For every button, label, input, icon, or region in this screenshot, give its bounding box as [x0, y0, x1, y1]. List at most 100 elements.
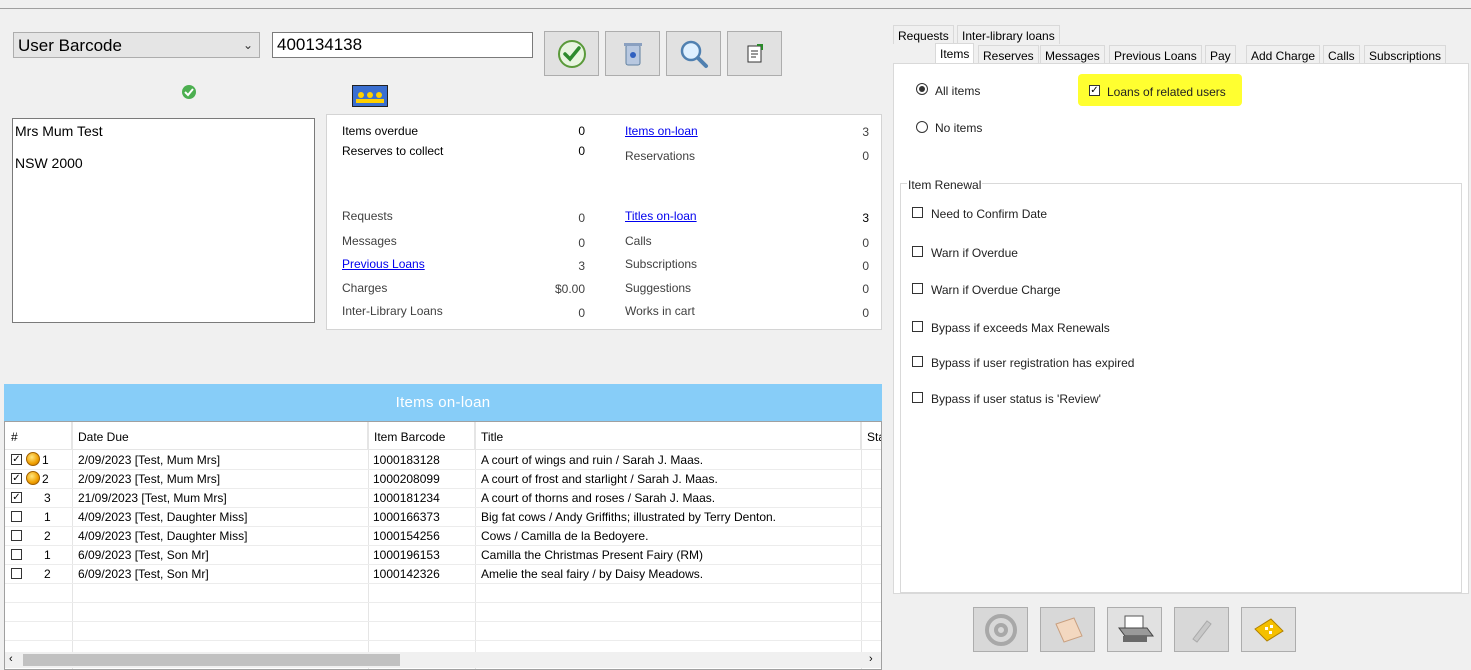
date-due-cell: 21/09/2023 [Test, Mum Mrs] — [78, 491, 227, 505]
printer-icon — [1117, 615, 1154, 642]
warn-overdue-charge-checkbox[interactable] — [912, 283, 923, 294]
magnifier-icon — [680, 40, 708, 68]
confirm-button[interactable] — [544, 31, 599, 76]
item-barcode-cell: 1000208099 — [373, 472, 440, 486]
stat-previous-loans-value: 3 — [578, 259, 585, 273]
col-header-date-due[interactable]: Date Due — [72, 422, 368, 450]
tab-inter-library-loans[interactable]: Inter-library loans — [957, 25, 1060, 44]
horizontal-scrollbar[interactable]: ‹ › — [5, 652, 881, 668]
row-checkbox[interactable] — [11, 549, 22, 560]
row-checkbox[interactable] — [11, 530, 22, 541]
tab-subscriptions[interactable]: Subscriptions — [1364, 45, 1447, 64]
row-checkbox[interactable] — [11, 568, 22, 579]
pencil-icon — [1191, 619, 1212, 643]
tab-calls[interactable]: Calls — [1323, 45, 1360, 64]
stat-ill-value: 0 — [578, 306, 585, 320]
stat-works-in-cart-label: Works in cart — [625, 304, 695, 318]
table-row[interactable]: ✓ 2 2/09/2023 [Test, Mum Mrs] 1000208099 A c… — [5, 469, 881, 489]
row-number-cell: 2 — [42, 472, 49, 486]
radio-no-items[interactable] — [916, 121, 928, 133]
row-checkbox[interactable]: ✓ — [11, 454, 22, 465]
payment-button[interactable] — [1241, 607, 1296, 652]
empty-row — [5, 602, 881, 622]
col-header-title[interactable]: Title — [475, 422, 861, 450]
bypass-expired-checkbox[interactable] — [912, 356, 923, 367]
table-row[interactable]: ✓ 3 21/09/2023 [Test, Mum Mrs] 1000181234 A … — [5, 488, 881, 508]
previous-loans-link[interactable]: Previous Loans — [342, 257, 425, 271]
scroll-left-icon[interactable]: ‹ — [9, 653, 13, 665]
print-button[interactable] — [1107, 607, 1162, 652]
option-label: Bypass if user status is 'Review' — [931, 392, 1101, 406]
search-type-label: User Barcode — [18, 36, 122, 55]
scrollbar-thumb[interactable] — [23, 654, 400, 666]
item-renewal-group — [900, 183, 1462, 593]
row-checkbox[interactable]: ✓ — [11, 473, 22, 484]
stat-calls-label: Calls — [625, 234, 652, 248]
bypass-review-checkbox[interactable] — [912, 392, 923, 403]
family-users-icon[interactable] — [352, 85, 388, 107]
warn-overdue-checkbox[interactable] — [912, 246, 923, 257]
row-number-cell: 2 — [44, 529, 51, 543]
stat-suggestions-label: Suggestions — [625, 281, 692, 295]
search-button[interactable] — [666, 31, 721, 76]
col-header-item-barcode[interactable]: Item Barcode — [368, 422, 475, 450]
table-row[interactable]: 2 4/09/2023 [Test, Daughter Miss] 10001542… — [5, 526, 881, 546]
col-header-status[interactable]: Sta — [861, 422, 881, 450]
stat-reservations-label: Reservations — [625, 149, 696, 163]
related-loans-checkbox[interactable]: ✓ — [1089, 85, 1100, 96]
stat-titles-on-loan-value: 3 — [862, 211, 869, 225]
table-row[interactable]: 1 4/09/2023 [Test, Daughter Miss] 10001663… — [5, 507, 881, 527]
empty-row — [5, 583, 881, 603]
receipt-button[interactable] — [1040, 607, 1095, 652]
tab-messages[interactable]: Messages — [1040, 45, 1105, 64]
title-cell: A court of frost and starlight / Sarah J… — [481, 472, 718, 486]
option-label: Bypass if exceeds Max Renewals — [931, 321, 1110, 335]
table-row[interactable]: 2 6/09/2023 [Test, Son Mr] 1000142326 Ameli… — [5, 564, 881, 584]
items-on-loan-link[interactable]: Items on-loan — [625, 124, 698, 138]
stat-suggestions-value: 0 — [862, 282, 869, 296]
address-line-name: Mrs Mum Test — [15, 123, 103, 139]
tab-pay[interactable]: Pay — [1205, 45, 1236, 64]
title-cell: Big fat cows / Andy Griffiths; illustrat… — [481, 510, 777, 524]
date-due-cell: 6/09/2023 [Test, Son Mr] — [78, 567, 209, 581]
tab-requests[interactable]: Requests — [893, 25, 954, 44]
table-row[interactable]: 1 6/09/2023 [Test, Son Mr] 1000196153 Camil… — [5, 545, 881, 565]
stat-requests-label: Requests — [342, 209, 393, 223]
stat-items-on-loan-value: 3 — [862, 125, 869, 139]
related-loans-label: Loans of related users — [1107, 85, 1226, 99]
stat-reservations-value: 0 — [862, 149, 869, 163]
address-line-state: NSW 2000 — [15, 155, 83, 171]
bypass-max-renewals-checkbox[interactable] — [912, 321, 923, 332]
receipt-icon — [1054, 616, 1083, 643]
date-due-cell: 6/09/2023 [Test, Son Mr] — [78, 548, 209, 562]
window-top-edge — [0, 0, 1471, 9]
col-header-num[interactable]: # — [5, 422, 72, 450]
row-checkbox[interactable]: ✓ — [11, 492, 22, 503]
export-button[interactable] — [727, 31, 782, 76]
radio-all-items[interactable] — [916, 83, 928, 95]
tab-previous-loans[interactable]: Previous Loans — [1109, 45, 1202, 64]
stat-items-overdue-label: Items overdue — [342, 124, 419, 138]
stat-reserves-collect-value: 0 — [578, 144, 585, 158]
tab-add-charge[interactable]: Add Charge — [1246, 45, 1321, 64]
scroll-right-icon[interactable]: › — [869, 653, 873, 665]
barcode-input[interactable]: 400134138 — [272, 32, 533, 58]
stat-subscriptions-value: 0 — [862, 259, 869, 273]
edit-button[interactable] — [1174, 607, 1229, 652]
title-cell: A court of wings and ruin / Sarah J. Maa… — [481, 453, 704, 467]
confirm-date-checkbox[interactable] — [912, 207, 923, 218]
title-cell: A court of thorns and roses / Sarah J. M… — [481, 491, 716, 505]
table-row[interactable]: ✓ 1 2/09/2023 [Test, Mum Mrs] 1000183128 A c… — [5, 450, 881, 470]
row-checkbox[interactable] — [11, 511, 22, 522]
tab-reserves[interactable]: Reserves — [978, 45, 1039, 64]
date-due-cell: 2/09/2023 [Test, Mum Mrs] — [78, 453, 221, 467]
title-cell: Camilla the Christmas Present Fairy (RM) — [481, 548, 704, 562]
clear-button[interactable] — [605, 31, 660, 76]
loans-grid[interactable]: # Date Due Item Barcode Title Sta ✓ 1 2/09… — [4, 421, 882, 670]
email-button[interactable] — [973, 607, 1028, 652]
tab-items[interactable]: Items — [935, 43, 975, 64]
row-number-cell: 2 — [44, 567, 51, 581]
item-renewal-title: Item Renewal — [907, 178, 983, 192]
search-type-dropdown[interactable]: User Barcode ⌄ — [13, 32, 260, 58]
titles-on-loan-link[interactable]: Titles on-loan — [625, 209, 697, 223]
